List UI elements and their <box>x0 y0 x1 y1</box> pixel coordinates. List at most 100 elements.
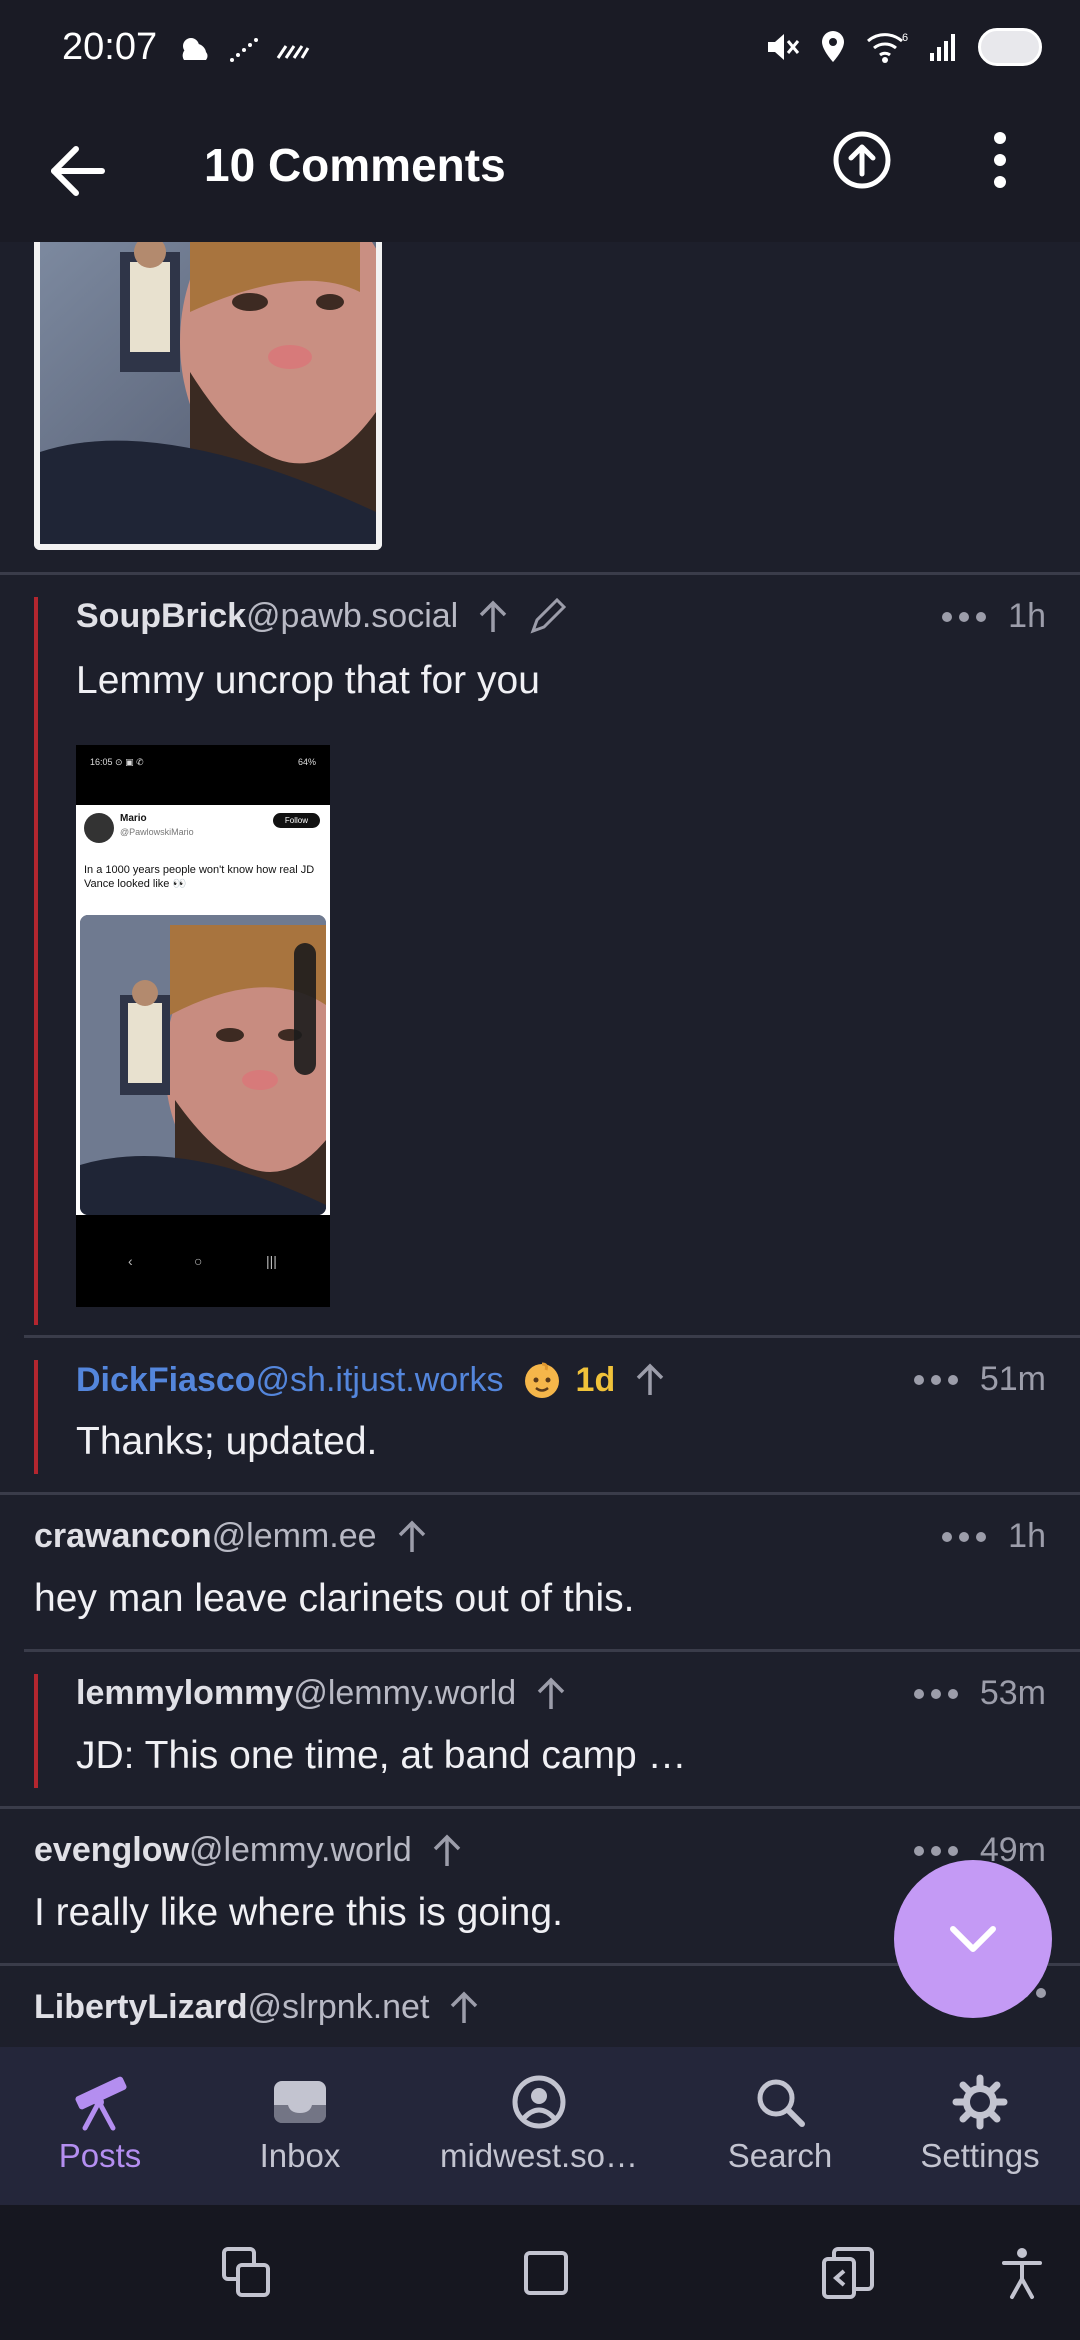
comment-header: evenglow @lemmy.world <box>34 1831 464 1870</box>
nav-label: Inbox <box>259 2137 341 2174</box>
embedded-status-bar: 16:05 ⊙ ▣ ✆ 64% <box>76 745 330 805</box>
comment-instance[interactable]: @pawb.social <box>246 597 458 636</box>
dotted-line-icon <box>230 38 258 62</box>
status-time: 20:07 <box>62 26 158 68</box>
comment-username[interactable]: SoupBrick <box>76 597 246 636</box>
comment-instance[interactable]: @lemmy.world <box>189 1831 412 1870</box>
comment-more-icon[interactable] <box>942 611 987 622</box>
comment-time: 1h <box>1008 1517 1046 1555</box>
comment-image[interactable]: 16:05 ⊙ ▣ ✆ 64% Mario @PawlowskiMario Fo… <box>76 745 330 1307</box>
accessibility-icon <box>1002 2248 1042 2299</box>
upvote-icon[interactable] <box>534 1676 568 1712</box>
nav-label: midwest.so… <box>439 2137 639 2174</box>
comment-item[interactable]: SoupBrick @pawb.social 1h Lemmy uncrop th… <box>0 575 1080 1340</box>
comment-more-icon[interactable] <box>913 1688 958 1699</box>
post-image[interactable] <box>34 242 382 550</box>
upvote-icon[interactable] <box>447 1990 481 2026</box>
comment-username[interactable]: DickFiasco <box>76 1361 256 1400</box>
nav-inbox[interactable]: Inbox <box>230 2047 370 2205</box>
wifi-6-icon: 6 <box>867 32 908 63</box>
comment-more-icon[interactable] <box>913 1374 958 1385</box>
upload-circle-icon <box>833 131 891 189</box>
comment-item[interactable]: lemmylommy @lemmy.world 53m JD: This one … <box>0 1652 1080 1807</box>
upvote-icon[interactable] <box>633 1362 667 1398</box>
gear-icon <box>952 2074 1008 2130</box>
nav-search[interactable]: Search <box>710 2047 850 2205</box>
back-nav-button[interactable] <box>816 2241 880 2305</box>
nav-label: Posts <box>58 2137 142 2174</box>
comment-meta: 1h <box>942 597 1046 636</box>
comment-username[interactable]: crawancon <box>34 1517 212 1556</box>
comment-header: DickFiasco @sh.itjust.works 1d <box>76 1360 667 1400</box>
baby-face-icon <box>524 1362 559 1398</box>
embedded-tweet: Mario @PawlowskiMario Follow In a 1000 y… <box>76 805 330 1215</box>
upvote-icon[interactable] <box>476 599 510 635</box>
tweet-image <box>80 915 326 1215</box>
tweet-author: Mario <box>120 813 147 824</box>
more-vertical-icon <box>994 132 1006 188</box>
battery-icon <box>978 28 1042 66</box>
comment-body: Thanks; updated. <box>76 1420 378 1463</box>
status-right-icons: 6 <box>764 28 1042 66</box>
comment-username[interactable]: LibertyLizard <box>34 1988 247 2027</box>
cake-day-age: 1d <box>575 1360 616 1399</box>
home-button[interactable] <box>514 2241 578 2305</box>
upvote-icon[interactable] <box>430 1833 464 1869</box>
upload-button[interactable] <box>830 128 894 192</box>
search-icon <box>757 2079 805 2127</box>
avatar <box>84 813 114 843</box>
comment-username[interactable]: lemmylommy <box>76 1674 293 1713</box>
account-circle-icon <box>512 2075 566 2129</box>
embedded-nav-back: ‹ <box>128 1253 133 1269</box>
comment-meta: 51m <box>913 1360 1046 1399</box>
back-button[interactable] <box>44 136 114 206</box>
nav-account[interactable]: midwest.so… <box>424 2047 654 2205</box>
embedded-nav-recent: ||| <box>266 1253 277 1269</box>
embedded-nav-home: ○ <box>194 1253 203 1269</box>
comment-feed[interactable]: SoupBrick @pawb.social 1h Lemmy uncrop th… <box>0 242 1080 2047</box>
page-title: 10 Comments <box>204 139 506 191</box>
comment-instance[interactable]: @sh.itjust.works <box>256 1361 504 1400</box>
embedded-scroll-handle <box>294 943 316 1075</box>
comment-time: 51m <box>979 1360 1046 1398</box>
comment-more-icon[interactable] <box>913 1845 958 1856</box>
status-bar: 20:07 6 <box>0 0 1080 100</box>
recent-apps-icon <box>222 2247 270 2297</box>
nav-label: Search <box>727 2137 833 2174</box>
tweet-text: In a 1000 years people won't know how re… <box>84 864 315 890</box>
weather-cloud-icon <box>182 38 208 60</box>
nav-posts[interactable]: Posts <box>30 2047 170 2205</box>
nav-label: Settings <box>920 2137 1040 2174</box>
upvote-icon[interactable] <box>395 1519 429 1555</box>
back-icon <box>822 2247 874 2299</box>
comment-item[interactable]: crawancon @lemm.ee 1h hey man leave clari… <box>0 1495 1080 1650</box>
comment-header: lemmylommy @lemmy.world <box>76 1674 568 1713</box>
cell-signal-icon <box>930 34 955 61</box>
comment-header: SoupBrick @pawb.social <box>76 597 567 636</box>
comment-meta: 53m <box>913 1674 1046 1713</box>
mute-icon <box>768 34 800 60</box>
comment-body: JD: This one time, at band camp … <box>76 1734 687 1777</box>
svg-text:6: 6 <box>902 32 908 44</box>
comment-time: 53m <box>979 1674 1046 1712</box>
comment-body: I really like where this is going. <box>34 1891 563 1934</box>
embedded-battery: 64% <box>297 757 316 767</box>
comment-item[interactable]: DickFiasco @sh.itjust.works 1d 51m Thanks… <box>0 1338 1080 1493</box>
comment-header: crawancon @lemm.ee <box>34 1517 429 1556</box>
comment-more-icon[interactable] <box>942 1531 987 1542</box>
recent-apps-button[interactable] <box>214 2241 278 2305</box>
comment-instance[interactable]: @lemm.ee <box>212 1517 377 1556</box>
comment-instance[interactable]: @slrpnk.net <box>247 1988 429 2027</box>
scroll-to-next-button[interactable] <box>894 1860 1052 2018</box>
accessibility-button[interactable] <box>990 2241 1054 2305</box>
more-options-button[interactable] <box>980 128 1020 192</box>
embedded-nav-bar: ‹ ○ ||| <box>76 1217 330 1307</box>
thread-depth-bar <box>34 1360 38 1474</box>
comment-time: 1h <box>1008 597 1046 635</box>
embedded-status-time: 16:05 ⊙ ▣ ✆ <box>90 757 144 767</box>
system-navigation-bar <box>0 2205 1080 2340</box>
comment-username[interactable]: evenglow <box>34 1831 189 1870</box>
edited-pencil-icon <box>530 597 567 634</box>
comment-instance[interactable]: @lemmy.world <box>293 1674 516 1713</box>
nav-settings[interactable]: Settings <box>900 2047 1060 2205</box>
